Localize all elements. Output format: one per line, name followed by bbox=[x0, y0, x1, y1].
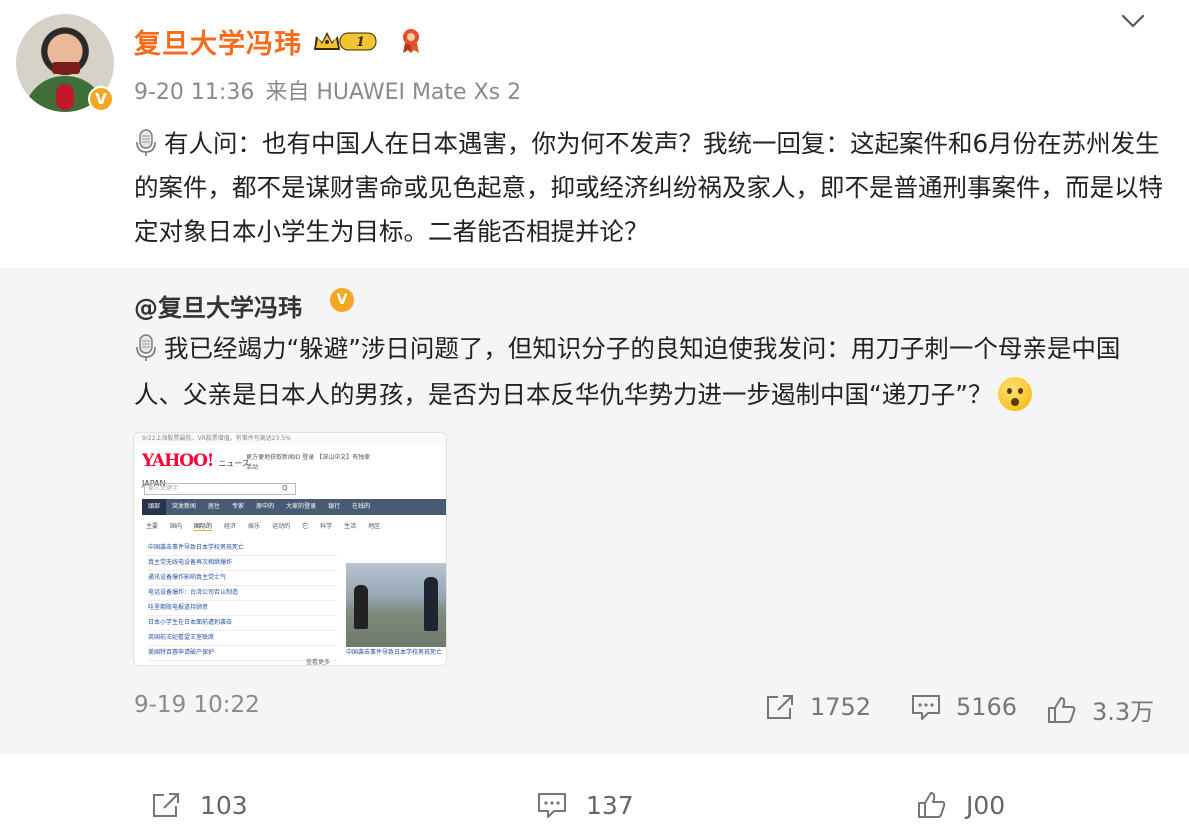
thumb-news-list: 中国袭击事件导致日本学校男孩死亡 真主党无线电设备再次相继爆炸 通讯设备爆炸影响… bbox=[148, 541, 338, 661]
repost-like-button[interactable]: 3.3万 bbox=[1046, 692, 1154, 727]
post-source: 来自 HUAWEI Mate Xs 2 bbox=[265, 80, 522, 105]
thumb-subnav-item: 主要 bbox=[146, 523, 159, 530]
thumbs-up-icon bbox=[1048, 696, 1076, 723]
thumb-news-item: 日本小学生在日本面前遭刺袭击 bbox=[148, 616, 338, 631]
comment-count: 137 bbox=[586, 790, 634, 820]
repost-share-button[interactable]: 1752 bbox=[764, 692, 871, 722]
comment-button[interactable]: 137 bbox=[536, 790, 634, 820]
thumb-news-photo bbox=[346, 563, 446, 647]
avatar-phone bbox=[52, 62, 80, 74]
comment-bubble-icon bbox=[538, 793, 566, 818]
repost-comment-count: 5166 bbox=[956, 693, 1018, 721]
repost-comment-button[interactable]: 5166 bbox=[910, 692, 1017, 722]
thumb-subnav-item: 生活 bbox=[344, 523, 357, 530]
thumb-news-item: 英国前王妃看望王室联席 bbox=[148, 631, 338, 646]
repost-body: 我已经竭力“躲避”涉日问题了，但知识分子的良知迫使我发问：用刀子刺一个母亲是中国… bbox=[134, 326, 1164, 418]
share-arrow-icon bbox=[767, 695, 793, 719]
repost-username[interactable]: @复旦大学冯玮 bbox=[134, 288, 302, 323]
repost-date[interactable]: 9-19 10:22 bbox=[134, 692, 260, 718]
thumb-nav: 頭部 突发新闻 居住 专家 原中的 大家的登录 银行 在线的 bbox=[142, 499, 446, 515]
thumb-news-item: 真主党无线电设备再次相继爆炸 bbox=[148, 556, 338, 571]
repost-verified-badge-icon: V bbox=[330, 288, 354, 312]
thumb-news-item: 电话设备爆炸：台湾公司否认制造 bbox=[148, 586, 338, 601]
thumb-news-item: 哇里期败电报道持顾意 bbox=[148, 601, 338, 616]
thumb-nav-item: 突发新闻 bbox=[172, 503, 197, 510]
thumb-header-note: 更方便地获取新闻ID 登录 【深山中文】有独家活动 bbox=[246, 454, 371, 471]
post-body: 有人问：也有中国人在日本遇害，你为何不发声？我统一回复：这起案件和6月份在苏州发… bbox=[134, 122, 1164, 254]
thinking-face-emoji-icon bbox=[998, 377, 1033, 411]
thumb-subnav-item: 娱乐 bbox=[248, 523, 261, 530]
thumb-subnav-item: 国际的 bbox=[194, 523, 213, 531]
thumb-subnav-item: 它 bbox=[302, 523, 309, 530]
thumb-top-note: 9/22上海股票最低，VR股票增值，有事件写高达23.5% bbox=[134, 433, 446, 445]
repost-share-count: 1752 bbox=[810, 693, 872, 721]
thumb-news-item: 通讯设备爆炸影响真主党士气 bbox=[148, 571, 338, 586]
logo-text: YAHOO! bbox=[142, 451, 214, 471]
avatar-microphone bbox=[56, 84, 74, 110]
microphone-icon bbox=[136, 334, 156, 361]
share-count: 103 bbox=[200, 790, 248, 820]
post-text: 有人问：也有中国人在日本遇害，你为何不发声？我统一回复：这起案件和6月份在苏州发… bbox=[134, 129, 1163, 246]
share-arrow-icon bbox=[153, 793, 179, 817]
repost-text: 我已经竭力“躲避”涉日问题了，但知识分子的良知迫使我发问：用刀子刺一个母亲是中国… bbox=[134, 334, 1121, 409]
thumbs-up-icon bbox=[918, 792, 946, 818]
like-button[interactable]: J00 bbox=[916, 790, 1005, 820]
thumb-more-link: 查看更多 bbox=[306, 659, 331, 666]
weibo-post: V 复旦大学冯玮 1 9-20 11:36 来自 HUAWEI Mate Xs … bbox=[0, 0, 1189, 268]
thumb-photo-caption: 中国袭击事件导致日本学校男孩死亡 bbox=[346, 649, 443, 656]
achievement-badge-icon[interactable] bbox=[400, 28, 422, 54]
reposted-card[interactable]: @复旦大学冯玮 V 我已经竭力“躲避”涉日问题了，但知识分子的良知迫使我发问：用… bbox=[0, 268, 1189, 754]
thumb-nav-item: 专家 bbox=[232, 503, 245, 510]
comment-bubble-icon bbox=[912, 695, 940, 720]
microphone-icon bbox=[136, 129, 156, 156]
post-date[interactable]: 9-20 11:36 bbox=[134, 80, 254, 105]
chevron-down-icon[interactable] bbox=[1120, 10, 1146, 32]
post-action-bar: 103 137 J00 bbox=[0, 754, 1189, 836]
vip-crown-badge-icon[interactable]: 1 bbox=[312, 28, 382, 54]
thumb-search-input: 输入关键字 bbox=[144, 483, 296, 495]
thumb-nav-item: 大家的登录 bbox=[286, 503, 317, 510]
thumb-news-item: 中国袭击事件导致日本学校男孩死亡 bbox=[148, 541, 338, 556]
repost-like-count: 3.3万 bbox=[1092, 698, 1155, 726]
thumb-subnav-item: 科学 bbox=[320, 523, 333, 530]
thumb-subnav-item: 经济 bbox=[224, 523, 237, 530]
post-username[interactable]: 复旦大学冯玮 bbox=[134, 22, 302, 61]
thumb-nav-item: 居住 bbox=[208, 503, 221, 510]
like-count: J00 bbox=[966, 790, 1006, 820]
thumb-nav-item: 頭部 bbox=[142, 499, 167, 515]
post-meta: 9-20 11:36 来自 HUAWEI Mate Xs 2 bbox=[134, 74, 525, 106]
level-badge-text: 1 bbox=[356, 35, 365, 50]
search-icon: Q bbox=[282, 484, 288, 492]
thumb-nav-item: 原中的 bbox=[256, 503, 275, 510]
thumb-subnav: 主要 国内 国际的 经济 娱乐 运动的 它 科学 生活 地区 bbox=[146, 521, 392, 531]
thumb-subnav-item: 地区 bbox=[368, 523, 381, 530]
verified-badge-icon: V bbox=[88, 86, 114, 112]
share-button[interactable]: 103 bbox=[150, 790, 248, 820]
repost-image-thumbnail[interactable]: 9/22上海股票最低，VR股票增值，有事件写高达23.5% YAHOO! ニュー… bbox=[133, 432, 447, 666]
repost-footer: 9-19 10:22 1752 5166 3.3万 bbox=[0, 692, 1189, 732]
thumb-subnav-item: 国内 bbox=[170, 523, 183, 530]
thumb-subnav-item: 运动的 bbox=[272, 523, 291, 530]
thumb-nav-item: 银行 bbox=[328, 503, 341, 510]
thumb-nav-item: 在线的 bbox=[352, 503, 371, 510]
